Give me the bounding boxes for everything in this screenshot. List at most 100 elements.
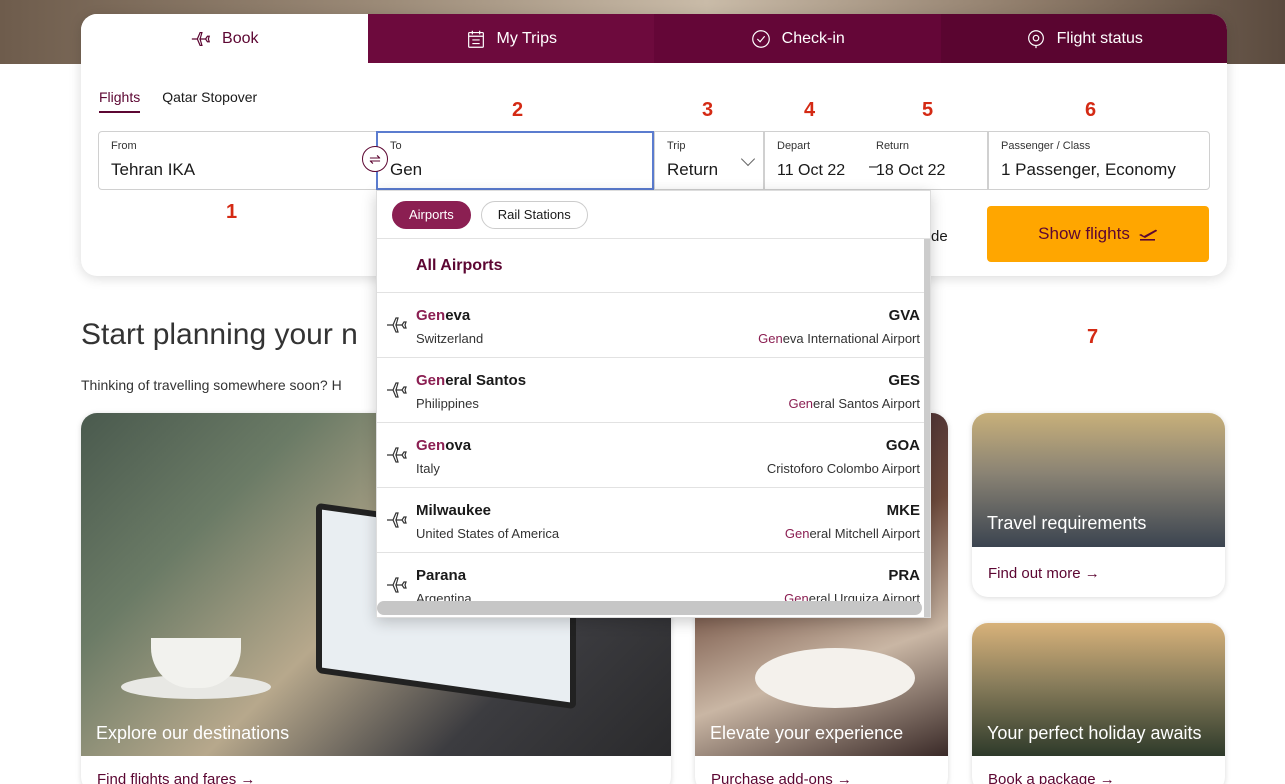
promo-code-link[interactable]: de	[931, 228, 948, 245]
airport-match: Gen	[784, 526, 810, 541]
return-value: 18 Oct 22	[876, 162, 946, 179]
plane-takeoff-icon	[1138, 229, 1157, 241]
card-caption: Explore our destinations	[96, 723, 290, 743]
tab-label: Book	[222, 29, 259, 47]
airport-match: Gen	[758, 331, 783, 346]
depart-date[interactable]: Depart 11 Oct 22	[777, 140, 876, 180]
find-out-more-link[interactable]: Find out more →	[988, 565, 1100, 582]
booking-tabs: Book My Trips Check-in Flight status	[81, 14, 1227, 63]
step-number: 6	[1085, 99, 1097, 121]
list-item[interactable]: Genova Italy GOA Cristoforo Colombo Airport	[377, 423, 930, 488]
date-field[interactable]: Depart 11 Oct 22 – Return 18 Oct 22	[764, 131, 988, 190]
country-name: Philippines	[416, 396, 479, 411]
list-item[interactable]: General Santos Philippines GES General Sant…	[377, 358, 930, 423]
return-label: Return	[876, 140, 910, 152]
tab-my-trips[interactable]: My Trips	[367, 14, 654, 63]
plane-icon	[385, 313, 409, 337]
tab-label: Flight status	[1056, 29, 1143, 47]
results-list: Geneva Switzerland GVA Geneva International…	[377, 293, 930, 617]
to-input[interactable]: Gen	[390, 160, 640, 180]
airport-match: Gen	[788, 396, 814, 411]
show-flights-label: Show flights	[1038, 224, 1130, 243]
all-airports-option[interactable]: All Airports	[377, 239, 930, 293]
airport-code: GES	[888, 372, 920, 389]
city-name: Milwaukee	[416, 502, 491, 519]
destination-dropdown: Airports Rail Stations All Airports Gene…	[376, 190, 931, 618]
airport-name: General Mitchell Airport	[785, 526, 920, 541]
city-match: Gen	[416, 437, 446, 454]
subtab-flights[interactable]: Flights	[99, 89, 141, 113]
airport-code: GOA	[885, 437, 920, 454]
airport-rest: eral Santos Airport	[813, 396, 920, 411]
card-travel-requirements[interactable]: Travel requirements Find out more →	[972, 413, 1225, 597]
swap-icon: ⇌	[369, 150, 381, 167]
city-match: Gen	[416, 372, 446, 389]
trip-value: Return	[667, 160, 719, 179]
trip-select[interactable]: Trip Return	[654, 131, 764, 190]
country-name: Switzerland	[416, 331, 484, 346]
airport-name: Geneva International Airport	[758, 331, 920, 346]
step-number: 2	[512, 99, 524, 121]
passenger-label: Passenger / Class	[1001, 140, 1091, 152]
swap-button[interactable]: ⇌	[362, 146, 388, 172]
airport-rest: eral Mitchell Airport	[809, 526, 920, 541]
find-flights-link[interactable]: Find flights and fares →	[97, 771, 255, 784]
calendar-icon	[467, 30, 484, 48]
subtab-qatar-stopover[interactable]: Qatar Stopover	[162, 89, 257, 113]
airport-rest: eva International Airport	[782, 331, 920, 346]
check-circle-icon	[751, 29, 770, 48]
card-perfect-holiday[interactable]: Your perfect holiday awaits Book a packa…	[972, 623, 1225, 784]
city-name: Genova	[416, 437, 471, 454]
plane-icon	[385, 573, 409, 597]
dropdown-filters: Airports Rail Stations	[377, 191, 930, 239]
section-title: Start planning your n	[81, 318, 358, 351]
step-number: 3	[702, 99, 714, 121]
airport-name: General Santos Airport	[788, 396, 920, 411]
horizontal-scrollbar[interactable]	[377, 601, 922, 615]
book-package-link[interactable]: Book a package →	[988, 771, 1115, 784]
tab-book[interactable]: Book	[81, 14, 368, 63]
card-caption: Elevate your experience	[710, 723, 904, 743]
date-separator: –	[869, 158, 878, 175]
depart-label: Depart	[777, 140, 811, 152]
plane-icon	[385, 508, 409, 532]
list-item[interactable]: Geneva Switzerland GVA Geneva International…	[377, 293, 930, 358]
city-rest: eva	[445, 307, 471, 324]
from-label: From	[111, 140, 137, 152]
trip-label: Trip	[667, 140, 686, 152]
plane-icon	[385, 378, 409, 402]
depart-value: 11 Oct 22	[777, 162, 846, 179]
booking-subtabs: Flights Qatar Stopover	[99, 89, 257, 113]
airport-name: Cristoforo Colombo Airport	[767, 461, 920, 476]
step-number: 4	[804, 99, 816, 121]
filter-airports[interactable]: Airports	[392, 200, 471, 229]
country-name: Italy	[416, 461, 440, 476]
card-caption: Your perfect holiday awaits	[987, 723, 1202, 743]
show-flights-button[interactable]: Show flights	[987, 206, 1209, 262]
section-subtitle: Thinking of travelling somewhere soon? H	[81, 377, 342, 393]
airport-code: GVA	[888, 307, 920, 324]
city-name: Geneva	[416, 307, 470, 324]
tab-label: My Trips	[496, 29, 557, 47]
step-number: 5	[922, 99, 934, 121]
passenger-value: 1 Passenger, Economy	[1001, 160, 1176, 179]
vertical-scrollbar[interactable]	[924, 239, 930, 617]
from-value: Tehran IKA	[111, 160, 196, 179]
to-field[interactable]: To Gen	[376, 131, 654, 190]
airport-rest: Cristoforo Colombo Airport	[766, 461, 920, 476]
return-date[interactable]: Return 18 Oct 22	[876, 140, 975, 180]
purchase-add-ons-link[interactable]: Purchase add-ons →	[711, 771, 852, 784]
tab-flight-status[interactable]: Flight status	[940, 14, 1227, 63]
list-item[interactable]: Milwaukee United States of America MKE Gene…	[377, 488, 930, 553]
city-match: Gen	[416, 307, 446, 324]
tab-check-in[interactable]: Check-in	[654, 14, 941, 63]
country-name: United States of America	[416, 526, 560, 541]
tab-label: Check-in	[781, 29, 845, 47]
plane-icon	[385, 443, 409, 467]
from-field[interactable]: From Tehran IKA	[98, 131, 378, 190]
card-caption: Travel requirements	[987, 513, 1147, 533]
to-label: To	[390, 140, 402, 152]
city-rest: ova	[445, 437, 472, 454]
filter-rail-stations[interactable]: Rail Stations	[480, 200, 588, 229]
passenger-class-field[interactable]: Passenger / Class 1 Passenger, Economy	[988, 131, 1210, 190]
